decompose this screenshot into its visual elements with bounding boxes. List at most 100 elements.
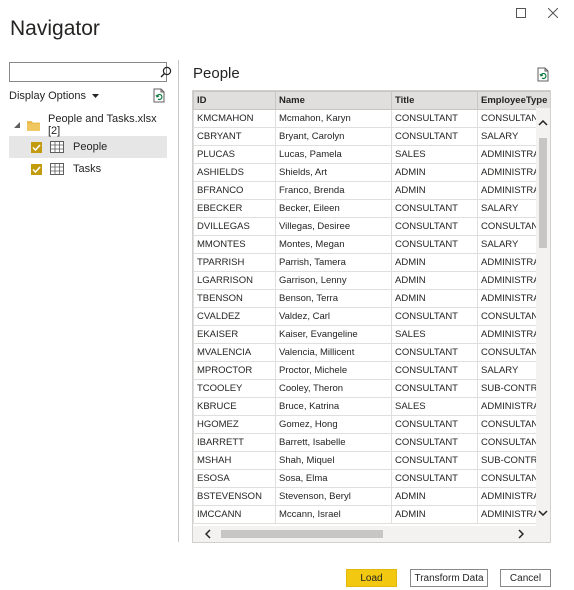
table-row: IBARRETT Barrett, Isabelle CONSULTANT CONSU…	[193, 433, 550, 452]
table-row: BSTEVENSON Stevenson, Beryl ADMIN ADMINISTR…	[193, 487, 550, 506]
table-cell: IBARRETT	[193, 433, 276, 452]
table-cell: ADMIN	[391, 163, 478, 182]
table-cell: CONSULTANT	[391, 235, 478, 254]
table-row: MSHAHShah, MiquelCONSULTANTSUB-CONTRACTO…	[193, 451, 550, 470]
panel-divider[interactable]	[178, 60, 179, 542]
table-cell: HGOMEZ	[193, 415, 276, 434]
table-cell: Parrish, Tamera	[275, 253, 392, 272]
table-cell: CONSULTANT	[391, 109, 478, 128]
vertical-scrollbar[interactable]	[536, 108, 550, 526]
table-cell: Stevenson, Beryl	[275, 487, 392, 506]
table-row: DVILLEGAS Villegas, Desiree CONSULTANT CONS…	[193, 217, 550, 236]
collapse-arrow-icon[interactable]	[11, 122, 23, 128]
caret-down-icon	[92, 94, 100, 98]
table-cell: KMCMAHON	[193, 109, 276, 128]
tree-item-label: People	[73, 141, 108, 153]
table-row: MPROCTOR Proctor, Michele CONSULTANT SALARY	[193, 361, 550, 380]
table-cell: CONSULTANT	[391, 127, 478, 146]
table-row: BFRANCOFranco, BrendaADMINADMINISTRATIVE	[193, 181, 550, 200]
table-row: HGOMEZ Gomez, Hong CONSULTANT CONSULTANT	[193, 415, 550, 434]
table-cell: MMONTES	[193, 235, 276, 254]
search-box[interactable]	[9, 62, 172, 82]
table-cell: Bryant, Carolyn	[275, 127, 392, 146]
table-row: EKAISER Kaiser, Evangeline SALES ADMINISTRA…	[193, 325, 550, 344]
search-icon[interactable]	[160, 63, 172, 81]
table-row: TCOOLEY Cooley, Theron CONSULTANT SUB-CONTR…	[193, 379, 550, 398]
table-row: MMONTES Montes, Megan CONSULTANT SALARY	[193, 235, 550, 254]
table-row: MVALENCIA Valencia, Millicent CONSULTANT CO…	[193, 343, 550, 362]
checkbox-checked-icon[interactable]	[31, 141, 42, 153]
tree-file-node[interactable]: People and Tasks.xlsx [2]	[9, 113, 167, 137]
table-cell: DVILLEGAS	[193, 217, 276, 236]
table-cell: PLUCAS	[193, 145, 276, 164]
table-cell: MPROCTOR	[193, 361, 276, 380]
cancel-button[interactable]: Cancel	[500, 569, 551, 587]
table-cell: CONSULTANT	[391, 307, 478, 326]
column-header[interactable]: Name	[275, 91, 392, 110]
table-cell: BFRANCO	[193, 181, 276, 200]
table-cell: CONSULTANT	[391, 451, 478, 470]
table-cell: Montes, Megan	[275, 235, 392, 254]
horizontal-scrollbar[interactable]	[193, 526, 550, 542]
refresh-icon[interactable]	[151, 88, 167, 104]
table-cell: Gomez, Hong	[275, 415, 392, 434]
scrollbar-thumb[interactable]	[539, 138, 547, 248]
table-header-row: ID Name Title EmployeeType	[193, 91, 550, 110]
table-cell: ADMIN	[391, 181, 478, 200]
table-cell: Mcmahon, Karyn	[275, 109, 392, 128]
column-header[interactable]: ID	[193, 91, 276, 110]
window-controls	[514, 6, 560, 20]
table-cell: EKAISER	[193, 325, 276, 344]
table-row: LGARRISONGarrison, LennyADMINADMINISTRAT…	[193, 271, 550, 290]
table-cell: Proctor, Michele	[275, 361, 392, 380]
scrollbar-thumb[interactable]	[221, 530, 383, 538]
table-cell: CONSULTANT	[391, 361, 478, 380]
tree-item-people[interactable]: People	[9, 136, 167, 158]
table-row: ASHIELDSShields, ArtADMINADMINISTRATIVE	[193, 163, 550, 182]
table-cell: ADMIN	[391, 487, 478, 506]
table-cell: TBENSON	[193, 289, 276, 308]
preview-table-container: ID Name Title EmployeeType KMCMAHON Mcmah…	[192, 90, 551, 543]
table-cell: SALES	[391, 397, 478, 416]
table-cell: TCOOLEY	[193, 379, 276, 398]
table-cell: LGARRISON	[193, 271, 276, 290]
scroll-left-icon[interactable]	[205, 529, 211, 539]
table-cell: CONSULTANT	[391, 433, 478, 452]
table-cell: ADMIN	[391, 505, 478, 524]
refresh-preview-icon[interactable]	[535, 67, 551, 83]
table-cell: ASHIELDS	[193, 163, 276, 182]
table-cell: CONSULTANT	[391, 379, 478, 398]
table-cell: CONSULTANT	[391, 415, 478, 434]
search-input[interactable]	[10, 63, 160, 81]
display-options-dropdown[interactable]: Display Options	[9, 90, 100, 102]
tree-item-tasks[interactable]: Tasks	[9, 158, 167, 180]
table-cell: Shah, Miquel	[275, 451, 392, 470]
load-button[interactable]: Load	[346, 569, 397, 587]
column-header[interactable]: Title	[391, 91, 478, 110]
column-header[interactable]: EmployeeType	[477, 91, 550, 110]
table-cell: ADMIN	[391, 289, 478, 308]
table-row: CBRYANT Bryant, Carolyn CONSULTANT SALARY	[193, 127, 550, 146]
table-cell: IMCCANN	[193, 505, 276, 524]
scroll-up-icon[interactable]	[538, 120, 548, 126]
table-row: TBENSONBenson, TerraADMINADMINISTRATIVE	[193, 289, 550, 308]
navigator-tree: People and Tasks.xlsx [2] People Tasks	[9, 113, 167, 180]
table-cell: Garrison, Lenny	[275, 271, 392, 290]
table-row: KMCMAHON Mcmahon, Karyn CONSULTANT CONSULTA…	[193, 109, 550, 128]
checkbox-checked-icon[interactable]	[31, 163, 42, 175]
table-cell: KBRUCE	[193, 397, 276, 416]
table-cell: TPARRISH	[193, 253, 276, 272]
table-row: TPARRISHParrish, TameraADMINADMINISTRATI…	[193, 253, 550, 272]
table-cell: Bruce, Katrina	[275, 397, 392, 416]
scroll-right-icon[interactable]	[518, 529, 524, 539]
maximize-icon[interactable]	[514, 6, 528, 20]
table-row: IMCCANNMccann, IsraelADMINADMINISTRATIVE	[193, 505, 550, 524]
table-icon	[50, 163, 64, 175]
close-icon[interactable]	[546, 6, 560, 20]
transform-data-button[interactable]: Transform Data	[410, 569, 488, 587]
table-cell: SALES	[391, 145, 478, 164]
preview-table: ID Name Title EmployeeType KMCMAHON Mcmah…	[193, 91, 550, 524]
table-row: PLUCASLucas, PamelaSALESADMINISTRATIVE	[193, 145, 550, 164]
table-cell: CVALDEZ	[193, 307, 276, 326]
scroll-down-icon[interactable]	[538, 510, 548, 516]
